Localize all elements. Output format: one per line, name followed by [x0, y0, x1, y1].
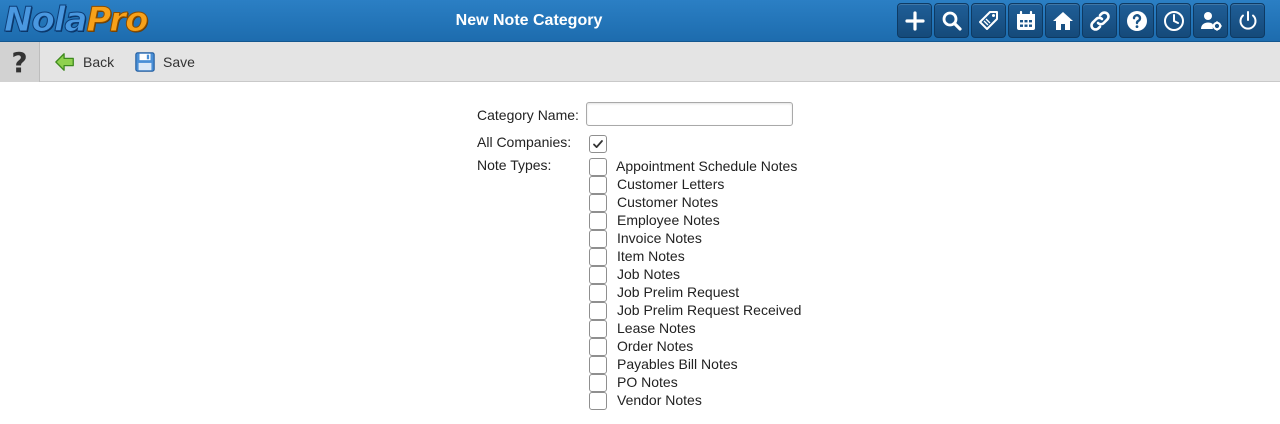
links-button[interactable] — [1082, 3, 1117, 38]
note-type-checkbox[interactable] — [589, 374, 607, 392]
tags-icon — [978, 10, 998, 30]
note-type-label: Item Notes — [617, 248, 685, 264]
note-type-label: Job Prelim Request — [617, 284, 740, 300]
note-type-label: Employee Notes — [617, 212, 720, 228]
list-item: Item Notes — [589, 248, 829, 266]
list-item: Customer Notes — [589, 194, 829, 212]
help-button[interactable] — [1119, 3, 1154, 38]
list-item: Appointment Schedule Notes — [589, 158, 829, 176]
home-icon — [1052, 11, 1073, 30]
list-item: Customer Letters — [589, 176, 829, 194]
floppy-disk-icon — [135, 52, 155, 72]
note-type-checkbox[interactable] — [589, 284, 607, 302]
help-glyph: ? — [11, 45, 28, 79]
note-type-checkbox[interactable] — [589, 158, 607, 176]
note-type-label: Customer Letters — [617, 176, 725, 192]
list-item: Order Notes — [589, 338, 829, 356]
action-toolbar: ? Back Save — [0, 42, 1280, 82]
search-button[interactable] — [934, 3, 969, 38]
page-help-button[interactable]: ? — [0, 42, 40, 82]
clock-icon — [1163, 10, 1184, 31]
back-button[interactable]: Back — [54, 50, 114, 74]
calendar-button[interactable] — [1008, 3, 1043, 38]
logout-button[interactable] — [1230, 3, 1265, 38]
add-button[interactable] — [897, 3, 932, 38]
all-companies-label: All Companies: — [477, 134, 572, 150]
search-icon — [942, 11, 962, 31]
list-item: Job Notes — [589, 266, 829, 284]
all-companies-checkbox[interactable] — [589, 135, 607, 153]
list-item: Employee Notes — [589, 212, 829, 230]
note-type-label: Job Prelim Request Received — [617, 302, 802, 318]
save-button[interactable]: Save — [134, 50, 195, 74]
note-type-label: Appointment Schedule Notes — [616, 158, 798, 174]
back-arrow-icon — [55, 53, 74, 71]
note-type-checkbox[interactable] — [589, 230, 607, 248]
plus-icon — [904, 10, 925, 31]
time-button[interactable] — [1156, 3, 1191, 38]
list-item: Vendor Notes — [589, 392, 829, 410]
list-item: Invoice Notes — [589, 230, 829, 248]
note-types-label: Note Types: — [477, 157, 552, 173]
note-type-label: PO Notes — [617, 374, 678, 390]
note-type-label: Invoice Notes — [617, 230, 702, 246]
note-type-checkbox[interactable] — [589, 248, 607, 266]
note-type-checkbox[interactable] — [589, 266, 607, 284]
list-item: Lease Notes — [589, 320, 829, 338]
list-item: PO Notes — [589, 374, 829, 392]
checkmark-icon — [593, 140, 603, 148]
note-type-label: Vendor Notes — [617, 392, 702, 408]
note-type-checkbox[interactable] — [589, 356, 607, 374]
note-type-label: Customer Notes — [617, 194, 719, 210]
back-button-label: Back — [83, 54, 115, 70]
note-type-checkbox[interactable] — [589, 302, 607, 320]
note-type-checkbox[interactable] — [589, 338, 607, 356]
tags-button[interactable] — [971, 3, 1006, 38]
note-type-checkbox[interactable] — [589, 176, 607, 194]
note-type-checkbox[interactable] — [589, 392, 607, 410]
question-icon — [1126, 10, 1147, 31]
category-name-input[interactable] — [586, 102, 793, 126]
list-item: Job Prelim Request Received — [589, 302, 829, 320]
calendar-icon — [1016, 10, 1035, 30]
user-settings-icon — [1200, 11, 1222, 31]
save-button-label: Save — [163, 54, 195, 70]
note-type-label: Job Notes — [617, 266, 681, 282]
note-type-checkbox[interactable] — [589, 194, 607, 212]
header-toolbar — [897, 3, 1265, 39]
list-item: Payables Bill Notes — [589, 356, 829, 374]
note-types-list: Appointment Schedule Notes Customer Lett… — [589, 158, 829, 410]
list-item: Job Prelim Request — [589, 284, 829, 302]
note-type-label: Payables Bill Notes — [617, 356, 738, 372]
home-button[interactable] — [1045, 3, 1080, 38]
power-icon — [1239, 10, 1256, 30]
note-type-checkbox[interactable] — [589, 320, 607, 338]
note-type-checkbox[interactable] — [589, 212, 607, 230]
app-header: NolaPro New Note Category — [0, 0, 1280, 42]
note-type-label: Lease Notes — [617, 320, 696, 336]
category-name-label: Category Name: — [477, 107, 579, 123]
user-settings-button[interactable] — [1193, 3, 1228, 38]
note-type-label: Order Notes — [617, 338, 694, 354]
link-icon — [1089, 10, 1110, 31]
